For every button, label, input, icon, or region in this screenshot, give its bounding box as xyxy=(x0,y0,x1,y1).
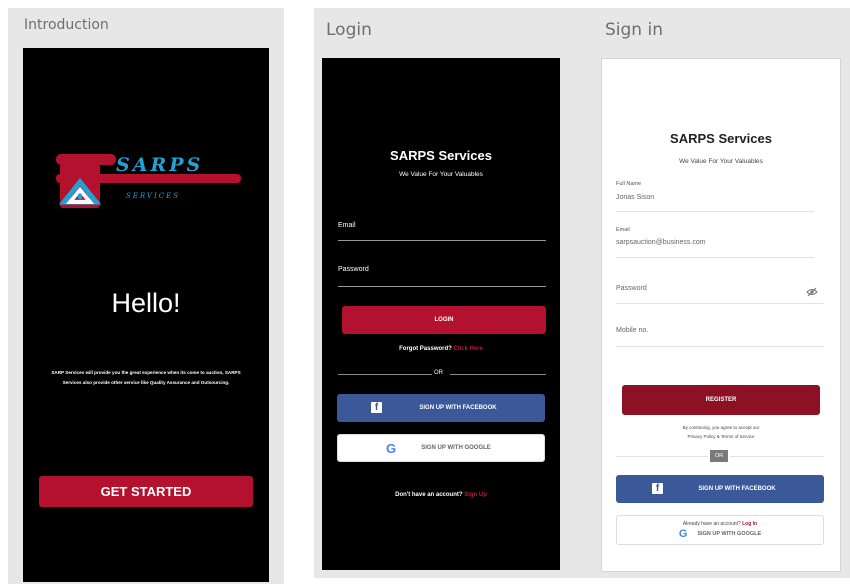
divider-right xyxy=(450,374,546,375)
app-title: SARPS Services xyxy=(670,131,772,146)
fullname-label: Full Name xyxy=(616,181,642,187)
google-icon: G xyxy=(678,527,688,540)
mobile-input[interactable]: Mobile no. xyxy=(616,327,648,334)
eye-off-icon[interactable] xyxy=(806,284,818,302)
google-button-label: SIGN UP WITH GOOGLE xyxy=(697,530,762,537)
no-account-text: Don't have an account? xyxy=(395,492,463,498)
email-field[interactable] xyxy=(338,240,546,241)
forgot-password-line: Forgot Password? Click Here xyxy=(322,346,560,352)
login-panel: Login Sign in SARPS Services We Value Fo… xyxy=(314,8,850,578)
logo-text: SARPS xyxy=(116,154,204,176)
google-signup-button[interactable]: G SIGN UP WITH GOOGLE xyxy=(337,434,545,462)
google-button-label: SIGN UP WITH GOOGLE xyxy=(421,445,491,451)
facebook-signup-button[interactable]: f SIGN UP WITH FACEBOOK xyxy=(616,475,824,503)
password-field[interactable] xyxy=(338,286,546,287)
sarps-logo: SARPS SERVICES xyxy=(56,146,241,218)
password-label: Password xyxy=(338,266,369,273)
facebook-icon: f xyxy=(652,483,663,494)
panel-title: Login xyxy=(326,20,372,40)
panel-title: Introduction xyxy=(24,17,109,33)
fullname-input[interactable]: Jonas Sison xyxy=(616,194,654,201)
facebook-signup-button[interactable]: f SIGN UP WITH FACEBOOK xyxy=(337,394,545,422)
app-title: SARPS Services xyxy=(390,148,492,163)
password-underline xyxy=(616,303,824,304)
divider-left xyxy=(338,374,432,375)
click-here-link[interactable]: Click Here xyxy=(453,346,482,352)
facebook-icon: f xyxy=(371,402,382,413)
get-started-button[interactable]: GET STARTED xyxy=(39,476,253,507)
login-button[interactable]: LOGIN xyxy=(342,306,546,334)
divider-left xyxy=(616,456,708,457)
facebook-button-label: SIGN UP WITH FACEBOOK xyxy=(698,486,776,492)
terms-line-2[interactable]: Privacy Policy & Terms of Service xyxy=(602,434,840,439)
intro-description: SARP Services will provide you the great… xyxy=(51,370,241,385)
email-label: Email xyxy=(338,222,356,229)
fullname-underline xyxy=(616,211,814,212)
login-screen: SARPS Services We Value For Your Valuabl… xyxy=(322,58,560,570)
signin-screen: SARPS Services We Value For Your Valuabl… xyxy=(601,58,841,572)
hello-heading: Hello! xyxy=(111,288,181,318)
logo-subtext: SERVICES xyxy=(126,192,181,200)
panel-title: Sign in xyxy=(605,20,663,40)
password-input[interactable]: Password xyxy=(616,285,647,292)
email-underline xyxy=(616,257,814,258)
divider-right xyxy=(730,456,824,457)
have-account-line: Already have an account? Log In xyxy=(683,521,757,527)
introduction-panel: Introduction SARPS SERVICES Hello! SARP … xyxy=(8,8,284,584)
have-account-text: Already have an account? xyxy=(682,520,741,527)
or-badge: OR xyxy=(710,450,728,462)
signup-line: Don't have an account? Sign Up xyxy=(322,492,560,498)
app-tagline: We Value For Your Valuables xyxy=(399,171,483,178)
register-button[interactable]: REGISTER xyxy=(622,385,820,415)
mobile-underline xyxy=(616,346,824,347)
email-label: Email xyxy=(616,227,630,233)
sign-up-link[interactable]: Sign Up xyxy=(464,492,487,498)
log-in-link[interactable]: Log In xyxy=(742,521,757,527)
email-input[interactable]: sarpsauction@business.com xyxy=(616,239,706,246)
introduction-screen: SARPS SERVICES Hello! SARP Services will… xyxy=(23,48,269,582)
google-signup-button[interactable]: Already have an account? Log In G SIGN U… xyxy=(616,515,824,545)
google-button-row: G SIGN UP WITH GOOGLE xyxy=(679,528,761,540)
google-icon: G xyxy=(386,441,397,456)
app-tagline: We Value For Your Valuables xyxy=(679,158,763,165)
facebook-button-label: SIGN UP WITH FACEBOOK xyxy=(419,405,497,411)
forgot-password-text: Forgot Password? xyxy=(399,346,452,352)
terms-line-1: By continuing, you agree to accept our xyxy=(682,425,760,430)
or-divider-text: OR xyxy=(434,370,443,376)
